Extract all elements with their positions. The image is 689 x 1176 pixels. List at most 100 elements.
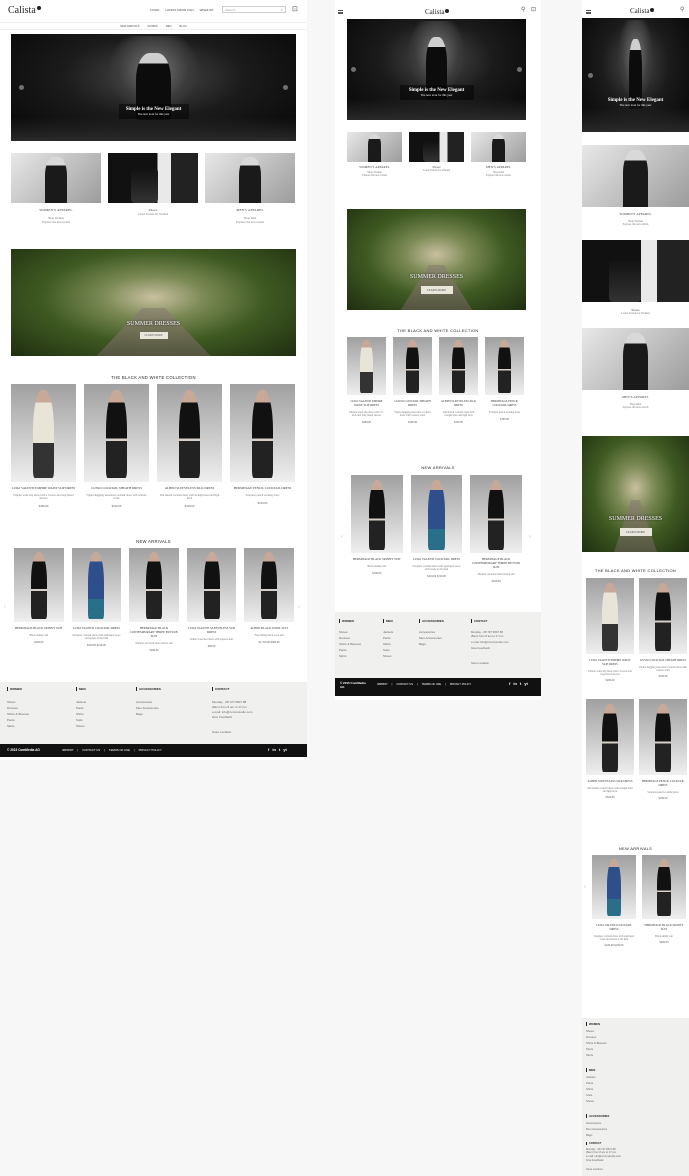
twitter-icon[interactable]: t (520, 681, 521, 686)
search-input[interactable]: Search... ⚲ (222, 6, 286, 13)
search-icon[interactable]: ⚲ (521, 7, 525, 13)
menu-icon[interactable] (338, 10, 343, 14)
youtube-icon[interactable]: yt (283, 747, 287, 752)
tile-shoes[interactable]: Shoes Latest Trends for Women (409, 132, 464, 177)
tile-women[interactable]: WOMEN'S APPAREL Shop Women Explore the new… (347, 132, 402, 177)
carousel-next-icon[interactable]: › (529, 534, 531, 540)
logo[interactable]: Calista (630, 7, 655, 15)
tile-shoes[interactable]: Shoes Latest Trends for Women (108, 153, 198, 224)
category-tiles: WOMEN'S APPAREL Shop Women Explore the n… (11, 153, 296, 224)
bw-products: LUIGI VALENTI EMPIRE WAIST SLIP DRESS Emp… (586, 578, 689, 800)
carousel-next-icon[interactable]: › (298, 604, 300, 610)
hero-caption: Simple is the New Elegant The new look f… (607, 98, 664, 107)
cat-blog[interactable]: BLOG (180, 25, 187, 28)
search-icon[interactable]: ⚲ (281, 8, 283, 12)
nav-wishlist[interactable]: WISHLIST (200, 8, 214, 12)
footer: WOMEN Shoes Dresses Shirts & Blouses Pan… (0, 682, 307, 744)
product-card[interactable]: HERMITAGE BLACK CONTEMPORARY THREE BUTTO… (470, 475, 523, 583)
cart-icon[interactable]: ⊡ (531, 7, 536, 13)
search-icon[interactable]: ⚲ (680, 7, 684, 13)
learn-more-button[interactable]: LEARN MORE (420, 286, 453, 294)
product-card[interactable]: ALBINI SLEEVELESS SILK DRESS Silk sheath … (157, 384, 222, 508)
desktop-view: Calista LOGIN LATEST FROM CGN WISHLIST S… (0, 0, 307, 760)
tile-women[interactable]: WOMEN'S APPAREL Shop Women Explore the new… (582, 145, 689, 226)
footer-col-accessories: ACCESSORIES Accessories Men Accessories … (136, 687, 161, 716)
product-card[interactable]: GUSSO COCKTAIL SHEATH DRESS Figure-huggin… (393, 337, 432, 424)
slider-prev-icon[interactable] (351, 67, 356, 72)
product-card[interactable]: HERMITAGE PENCIL COCKTAIL DRESS Strapless… (230, 384, 295, 508)
product-card[interactable]: LUIGI VALENTI COCKTAIL DRESS Strapless co… (410, 475, 463, 583)
legal-links: IMPRINT | CONTACT US | TERMS OF USE | PRIVACY … (62, 748, 162, 752)
logo[interactable]: Calista (425, 8, 450, 16)
header: Calista LOGIN LATEST FROM CGN WISHLIST S… (0, 0, 307, 18)
linkedin-icon[interactable]: in (513, 681, 517, 686)
hero-caption: Simple is the New Elegant The new look f… (118, 104, 189, 119)
tile-men[interactable]: MEN'S APPAREL Shop Men Explore the new tre… (582, 328, 689, 409)
product-card[interactable]: ALBINI SLEEVELESS SILK DRESS Silk sheath … (439, 337, 478, 424)
product-card[interactable]: HERMITAGE PENCIL COCKTAIL DRESS Strapless… (639, 699, 687, 800)
menu-icon[interactable] (586, 10, 591, 14)
slider-next-icon[interactable] (517, 67, 522, 72)
cat-women[interactable]: WOMEN (148, 25, 158, 28)
bottom-bar: © 2015 ComMedia AG IMPRINT | CONTACT US | TE… (0, 744, 307, 757)
carousel-prev-icon[interactable]: ‹ (4, 604, 6, 610)
cat-new-arrivals[interactable]: NEW ARRIVALS (120, 25, 139, 28)
footer-col-men: MEN Jackets Pants Shirts Suits Shoes (76, 687, 87, 728)
bw-title: THE BLACK AND WHITE COLLECTION (111, 375, 196, 380)
social-links: f in t yt (268, 747, 287, 752)
tile-men[interactable]: MEN'S APPAREL Shop Men Explore the new tre… (471, 132, 526, 177)
slider-prev-icon[interactable] (19, 85, 24, 90)
product-card[interactable]: LUIGI VALENTI COCKTAIL DRESS Strapless co… (71, 548, 122, 652)
facebook-icon[interactable]: f (509, 681, 510, 686)
summer-banner[interactable]: SUMMER DRESSES LEARN MORE (347, 209, 526, 310)
footer-col-contact: CONTACT Monday - 08 727 6507 88 (8am) fr… (212, 687, 253, 734)
hero-slider[interactable]: Simple is the New Elegant The new look f… (347, 19, 526, 120)
youtube-icon[interactable]: yt (524, 681, 528, 686)
bw-products: LUIGI VALENTI EMPIRE WAIST SLIP DRESS Emp… (347, 337, 526, 424)
slider-prev-icon[interactable] (588, 72, 593, 78)
nav-login[interactable]: LOGIN (150, 8, 159, 12)
product-card[interactable]: LUIGI VALENTI EMPIRE WAIST SLIP DRESS Emp… (586, 578, 634, 682)
facebook-icon[interactable]: f (268, 747, 269, 752)
arrivals-carousel: HERMITAGE BLACK SKINNY SUIT Black skinny … (14, 548, 294, 652)
product-card[interactable]: HERMITAGE BLACK SKINNY SUIT Black skinny … (14, 548, 64, 652)
copyright: © 2015 ComMedia AG (7, 748, 40, 752)
carousel-prev-icon[interactable]: ‹ (341, 534, 343, 540)
nav-latest[interactable]: LATEST FROM CGN (165, 8, 193, 12)
hero-slider[interactable]: Simple is the New Elegant The new look f… (11, 34, 296, 141)
category-nav: NEW ARRIVALS WOMEN MEN BLOG (0, 22, 307, 30)
product-card[interactable]: LUIGI VALENTI EMPIRE WAIST SLIP DRESS Emp… (11, 384, 76, 508)
cart-icon[interactable]: ⊡ (292, 6, 298, 13)
mobile-view: Calista ⚲ Simple is the New Elegant The … (582, 0, 689, 1176)
hero-subtitle: The new look for this year (137, 112, 170, 116)
tile-men[interactable]: MEN'S APPAREL Shop Men Explore the new t… (205, 153, 295, 224)
summer-banner[interactable]: SUMMER DRESSES LEARN MORE (11, 249, 296, 356)
learn-more-button[interactable]: LEARN MORE (139, 332, 168, 339)
product-card[interactable]: HERMITAGE PENCIL COCKTAIL DRESS Strapless… (485, 337, 524, 424)
learn-more-button[interactable]: LEARN MORE (619, 528, 652, 536)
product-card[interactable]: GUSSO COCKTAIL SHEATH DRESS Figure-huggin… (639, 578, 687, 682)
arrivals-carousel: HERMITAGE BLACK SKINNY SUIT Black skinny … (351, 475, 523, 583)
product-card[interactable]: LUIGI VALENTI COCKTAIL DRESS Strapless co… (592, 855, 636, 947)
product-card[interactable]: HERMITAGE BLACK SKINNY SUIT Black skinny … (642, 855, 686, 947)
summer-banner[interactable]: SUMMER DRESSES LEARN MORE (582, 436, 689, 552)
product-card[interactable]: ALBINI BLACK WOOL SUIT Fine fitting black… (244, 548, 294, 652)
tile-women[interactable]: WOMEN'S APPAREL Shop Women Explore the n… (11, 153, 101, 224)
cat-men[interactable]: MEN (166, 25, 172, 28)
footer-col-women: WOMEN Shoes Dresses Shirts & Blouses Pan… (7, 687, 30, 728)
product-card[interactable]: HERMITAGE BLACK CONTEMPORARY THREE BUTTO… (129, 548, 179, 652)
carousel-prev-icon[interactable]: ‹ (584, 884, 586, 890)
tile-shoes[interactable]: Shoes Latest Trends for Women (582, 240, 689, 315)
slider-next-icon[interactable] (283, 85, 288, 90)
logo[interactable]: Calista (8, 5, 41, 16)
product-card[interactable]: HERMITAGE BLACK SKINNY SUIT Black skinny … (351, 475, 403, 583)
category-tiles: WOMEN'S APPAREL Shop Women Explore the new… (347, 132, 526, 177)
linkedin-icon[interactable]: in (272, 747, 276, 752)
product-card[interactable]: GUSSO COCKTAIL SHEATH DRESS Figure-huggin… (84, 384, 149, 508)
product-card[interactable]: ALBINI SLEEVELESS SILK DRESS Silk sheath … (586, 699, 634, 800)
twitter-icon[interactable]: t (279, 747, 280, 752)
product-card[interactable]: LUIGI VALENTI SLEEVELESS SLIP DRESS Itali… (186, 548, 237, 652)
footer: WOMEN Shoes Dresses Shirts & Blouses Pants Sk… (582, 1018, 689, 1176)
product-card[interactable]: LUIGI VALENTI EMPIRE WAIST SLIP DRESS Emp… (347, 337, 386, 424)
hero-slider[interactable]: Simple is the New Elegant The new look f… (582, 18, 689, 132)
